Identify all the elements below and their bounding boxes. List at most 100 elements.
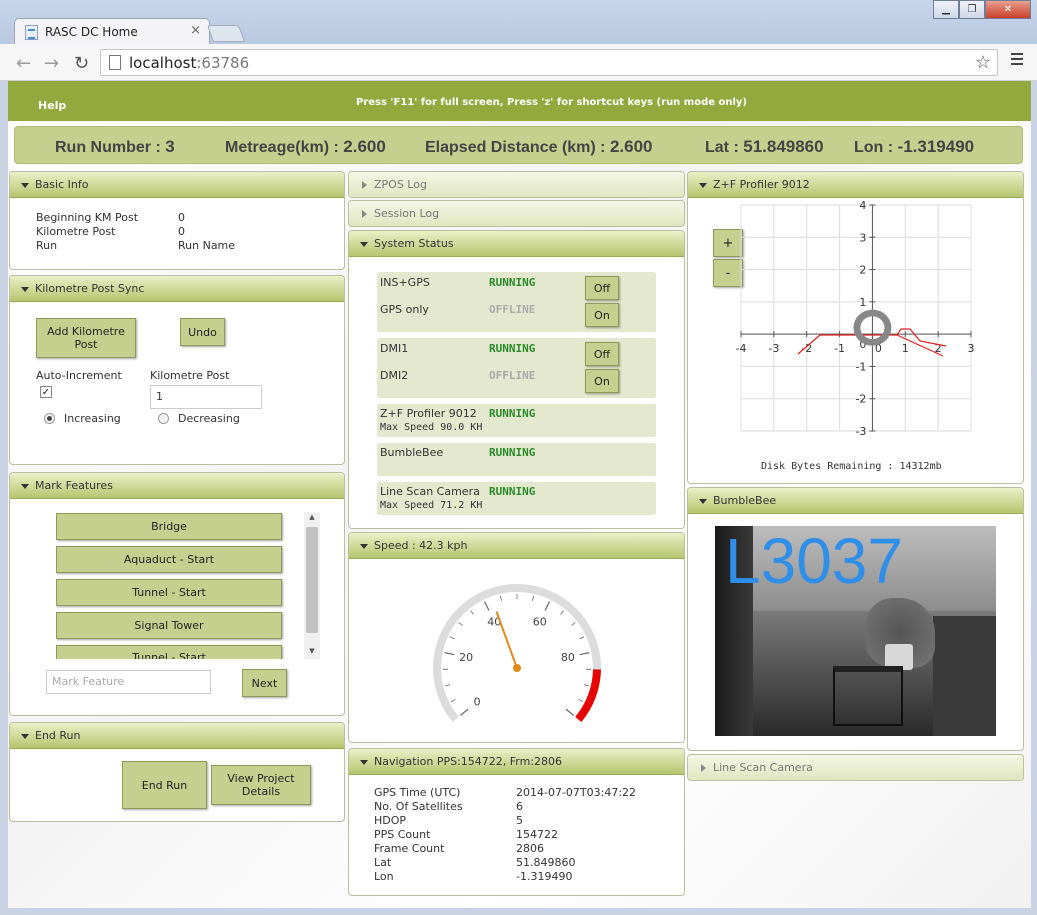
top-nav-bar: Help Press 'F11' for full screen, Press … bbox=[8, 81, 1031, 121]
gauge-tick bbox=[579, 636, 585, 640]
view-project-details-button[interactable]: View Project Details bbox=[211, 765, 311, 805]
next-button[interactable]: Next bbox=[242, 669, 287, 697]
satellites-value: 6 bbox=[516, 800, 523, 813]
line-scan-camera-panel: Line Scan Camera bbox=[687, 754, 1024, 781]
scroll-thumb[interactable] bbox=[306, 527, 318, 633]
bumblebee-header[interactable]: BumbleBee bbox=[688, 488, 1023, 514]
gps-off-button[interactable]: Off bbox=[585, 276, 619, 300]
dmi1-status: RUNNING bbox=[489, 342, 536, 355]
elapsed-distance: Elapsed Distance (km) : 2.600 bbox=[425, 137, 653, 156]
url-text: localhost:63786 bbox=[129, 54, 250, 72]
basic-info-panel: Basic Info Beginning KM Post 0 Kilometre… bbox=[9, 171, 345, 270]
feature-button-signal-tower[interactable]: Signal Tower bbox=[56, 612, 282, 639]
gps-on-button[interactable]: On bbox=[585, 303, 619, 327]
profiler-x-tick: -3 bbox=[768, 342, 779, 355]
profiler-x-tick: -4 bbox=[736, 342, 747, 355]
basic-info-header[interactable]: Basic Info bbox=[10, 172, 344, 198]
add-km-post-button[interactable]: Add Kilometre Post bbox=[36, 318, 136, 358]
hdop-value: 5 bbox=[516, 814, 523, 827]
profiler-y-tick: -1 bbox=[855, 360, 866, 373]
nav-lon-label: Lon bbox=[374, 870, 394, 883]
minimize-icon[interactable]: ▁ bbox=[933, 0, 959, 19]
new-tab-button[interactable] bbox=[206, 25, 246, 42]
profiler-x-tick: -1 bbox=[834, 342, 845, 355]
dmi-off-button[interactable]: Off bbox=[585, 342, 619, 366]
dmi-on-button[interactable]: On bbox=[585, 369, 619, 393]
profiler-x-tick: 1 bbox=[902, 342, 909, 355]
speed-panel: Speed : 42.3 kph 0 20 40 60 80 bbox=[348, 532, 685, 743]
feature-list-scrollbar[interactable]: ▲ ▼ bbox=[304, 513, 320, 659]
satellites-label: No. Of Satellites bbox=[374, 800, 463, 813]
end-run-button[interactable]: End Run bbox=[122, 761, 207, 809]
end-run-header[interactable]: End Run bbox=[10, 723, 344, 749]
browser-tab[interactable]: RASC DC Home × bbox=[14, 18, 210, 45]
system-status-header[interactable]: System Status bbox=[349, 231, 684, 257]
page-content: Help Press 'F11' for full screen, Press … bbox=[8, 81, 1031, 908]
bumblebee-status-box: BumbleBee RUNNING bbox=[377, 443, 656, 476]
gauge-tick bbox=[544, 601, 550, 611]
auto-increment-checkbox[interactable]: ✓ bbox=[40, 386, 52, 398]
profiler-y-tick: 2 bbox=[859, 264, 866, 277]
menu-icon[interactable] bbox=[1011, 53, 1023, 68]
increasing-radio[interactable] bbox=[44, 413, 55, 424]
feature-button-tunnel-start[interactable]: Tunnel - Start bbox=[56, 579, 282, 606]
decreasing-label: Decreasing bbox=[178, 412, 240, 425]
dmi1-label: DMI1 bbox=[380, 342, 409, 355]
auto-increment-label: Auto-Increment bbox=[36, 369, 122, 382]
gauge-tick bbox=[578, 698, 584, 702]
back-arrow-icon[interactable]: ← bbox=[16, 53, 31, 74]
mark-features-header[interactable]: Mark Features bbox=[10, 473, 344, 499]
gauge-tick bbox=[459, 708, 469, 717]
address-bar[interactable]: localhost:63786 ☆ bbox=[100, 49, 998, 76]
bumblebee-status: RUNNING bbox=[489, 446, 536, 459]
km-post-input[interactable]: 1 bbox=[150, 385, 262, 409]
undo-button[interactable]: Undo bbox=[180, 318, 225, 346]
profiler-y-tick: 4 bbox=[859, 199, 866, 212]
scroll-down-icon[interactable]: ▼ bbox=[304, 647, 320, 659]
line-scan-camera-header[interactable]: Line Scan Camera bbox=[688, 755, 1023, 780]
zf-profiler-label: Z+F Profiler 9012 bbox=[380, 407, 477, 420]
zf-profiler-status: RUNNING bbox=[489, 407, 536, 420]
gauge-tick bbox=[579, 652, 590, 656]
km-post-label: Kilometre Post bbox=[36, 225, 116, 238]
close-tab-icon[interactable]: × bbox=[190, 23, 201, 38]
scroll-up-icon[interactable]: ▲ bbox=[304, 513, 320, 525]
decreasing-radio[interactable] bbox=[158, 413, 169, 424]
page-icon bbox=[109, 55, 121, 70]
gps-only-label: GPS only bbox=[380, 303, 429, 316]
close-window-icon[interactable]: ✕ bbox=[985, 0, 1031, 19]
gauge-tick bbox=[571, 622, 576, 626]
feature-list: Bridge Aquaduct - Start Tunnel - Start S… bbox=[56, 513, 284, 659]
bookmark-star-icon[interactable]: ☆ bbox=[975, 52, 991, 73]
gauge-tick bbox=[458, 622, 463, 626]
speed-header[interactable]: Speed : 42.3 kph bbox=[349, 533, 684, 559]
reload-icon[interactable]: ↻ bbox=[74, 53, 89, 74]
bumblebee-label: BumbleBee bbox=[380, 446, 444, 459]
profiler-header[interactable]: Z+F Profiler 9012 bbox=[688, 172, 1023, 198]
profiler-x-tick: -2 bbox=[801, 342, 812, 355]
gauge-tick bbox=[444, 652, 455, 656]
feature-button-bridge[interactable]: Bridge bbox=[56, 513, 282, 540]
forward-arrow-icon[interactable]: → bbox=[44, 53, 59, 74]
pps-count-value: 154722 bbox=[516, 828, 558, 841]
window-controls: ▁ ❐ ✕ bbox=[933, 0, 1031, 19]
navigation-panel: Navigation PPS:154722, Frm:2806 GPS Time… bbox=[348, 748, 685, 896]
profiler-x-tick: 3 bbox=[968, 342, 975, 355]
km-post-sync-header[interactable]: Kilometre Post Sync bbox=[10, 276, 344, 302]
gauge-label-20: 20 bbox=[459, 651, 473, 664]
feature-button-tunnel-start-2[interactable]: Tunnel - Start bbox=[56, 645, 282, 659]
zf-profiler-status-box: Z+F Profiler 9012 RUNNING Max Speed 90.0… bbox=[377, 404, 656, 437]
navigation-header[interactable]: Navigation PPS:154722, Frm:2806 bbox=[349, 749, 684, 775]
mark-feature-input[interactable]: Mark Feature bbox=[46, 670, 211, 694]
maximize-icon[interactable]: ❐ bbox=[959, 0, 985, 19]
session-log-header[interactable]: Session Log bbox=[349, 201, 684, 226]
feature-button-aquaduct-start[interactable]: Aquaduct - Start bbox=[56, 546, 282, 573]
zpos-log-header[interactable]: ZPOS Log bbox=[349, 172, 684, 197]
profiler-plot: -4 -3 -2 -1 0 1 2 3 4 3 2 1 0 -1 -2 -3 bbox=[736, 199, 975, 438]
profiler-y-tick: 1 bbox=[859, 296, 866, 309]
km-post-sync-panel: Kilometre Post Sync Add Kilometre Post U… bbox=[9, 275, 345, 465]
page-favicon-icon bbox=[25, 25, 38, 40]
hdop-label: HDOP bbox=[374, 814, 407, 827]
latitude: Lat : 51.849860 bbox=[705, 137, 824, 156]
help-link[interactable]: Help bbox=[38, 99, 66, 112]
